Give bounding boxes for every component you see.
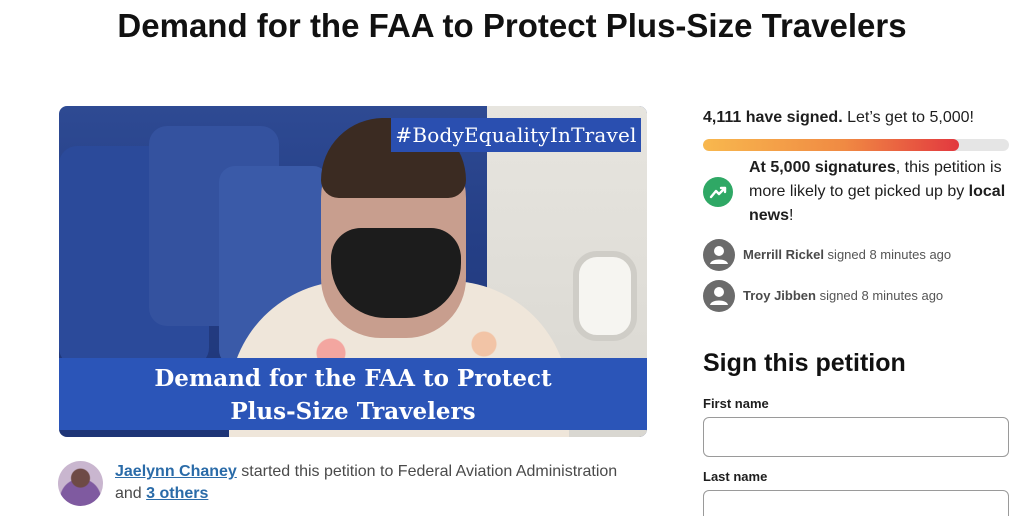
goal-text: Let’s get to 5,000! <box>842 109 974 126</box>
sign-petition-heading: Sign this petition <box>703 349 906 377</box>
banner-line-2: Plus-Size Travelers <box>230 398 476 425</box>
image-banner: Demand for the FAA to Protect Plus-Size … <box>59 358 647 430</box>
first-name-label: First name <box>703 396 769 411</box>
starter-avatar[interactable] <box>58 461 103 506</box>
recent-signer: Merrill Rickel signed 8 minutes ago <box>703 239 1013 273</box>
last-name-label: Last name <box>703 469 768 484</box>
petition-hero-image: #BodyEqualityInTravel Demand for the FAA… <box>59 106 647 437</box>
airplane-window <box>573 251 637 341</box>
signature-progress-bar <box>703 139 1009 151</box>
signer-name: Troy Jibben <box>743 288 816 303</box>
signer-time: signed 8 minutes ago <box>823 247 952 262</box>
signer-name: Merrill Rickel <box>743 247 824 262</box>
signature-count: 4,111 have signed. Let’s get to 5,000! <box>703 107 974 129</box>
user-avatar-icon <box>703 239 735 271</box>
milestone-message: At 5,000 signatures, this petition is mo… <box>749 156 1014 228</box>
milestone-bold-1: At 5,000 signatures <box>749 159 896 176</box>
others-link[interactable]: 3 others <box>146 485 208 502</box>
recent-signer: Troy Jibben signed 8 minutes ago <box>703 280 1013 314</box>
signer-time: signed 8 minutes ago <box>815 288 944 303</box>
progress-fill <box>703 139 960 151</box>
milestone-text-2: ! <box>789 207 794 224</box>
trend-up-icon <box>703 177 733 207</box>
petition-starter-info: Jaelynn Chaney started this petition to … <box>115 461 635 505</box>
petition-page: Demand for the FAA to Protect Plus-Size … <box>0 0 1024 516</box>
page-title: Demand for the FAA to Protect Plus-Size … <box>117 7 907 44</box>
starter-name-link[interactable]: Jaelynn Chaney <box>115 463 237 480</box>
face-mask <box>331 228 461 318</box>
hashtag-label: #BodyEqualityInTravel <box>391 118 641 152</box>
last-name-input[interactable] <box>703 490 1009 516</box>
first-name-input[interactable] <box>703 417 1009 457</box>
recent-signer-text: Troy Jibben signed 8 minutes ago <box>743 287 943 305</box>
signed-count-text: 4,111 have signed. <box>703 109 843 126</box>
banner-line-1: Demand for the FAA to Protect <box>154 365 552 392</box>
recent-signer-text: Merrill Rickel signed 8 minutes ago <box>743 246 951 264</box>
user-avatar-icon <box>703 280 735 312</box>
